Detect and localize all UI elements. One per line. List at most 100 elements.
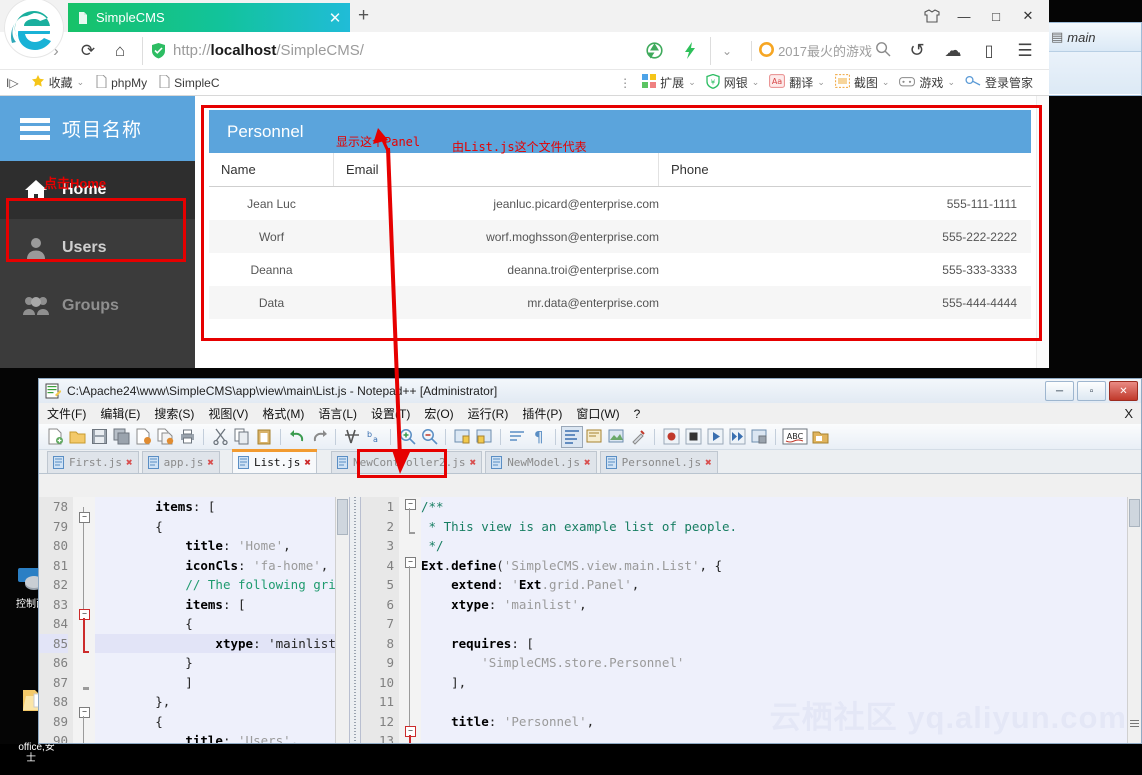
menu-item-view[interactable]: 视图(V) — [208, 405, 248, 422]
record-macro-icon[interactable] — [661, 427, 681, 447]
fold-column-left[interactable]: − − − − — [73, 497, 95, 743]
zoom-in-icon[interactable] — [397, 427, 417, 447]
play-macro-multiple-icon[interactable] — [727, 427, 747, 447]
menu-item-help[interactable]: ? — [634, 407, 641, 421]
menu-item-macro[interactable]: 宏(O) — [424, 405, 453, 422]
close-button[interactable]: ✕ — [1109, 381, 1138, 401]
word-wrap-icon[interactable] — [507, 427, 527, 447]
menu-item-run[interactable]: 运行(R) — [468, 405, 509, 422]
menu-item-edit[interactable]: 编辑(E) — [100, 405, 140, 422]
sidebar-item-groups[interactable]: Groups — [0, 277, 195, 335]
pane-splitter[interactable] — [350, 497, 361, 743]
minimize-button[interactable]: — — [949, 4, 979, 28]
minimize-button[interactable]: ─ — [1045, 381, 1074, 401]
maximize-button[interactable]: ▫ — [1077, 381, 1106, 401]
code-text-right[interactable]: /** * This view is an example list of pe… — [421, 497, 1141, 743]
table-row[interactable]: Jean Luc jeanluc.picard@enterprise.com 5… — [209, 187, 1031, 220]
search-box[interactable]: 2017最火的游戏 — [751, 40, 897, 61]
bookmark-phpmy[interactable]: phpMy — [96, 74, 147, 91]
menu-item-search[interactable]: 搜索(S) — [154, 405, 194, 422]
show-whitespace-icon[interactable]: ¶ — [529, 427, 549, 447]
chevron-down-icon[interactable]: ⌄ — [882, 77, 890, 88]
table-row[interactable]: Worf worf.moghsson@enterprise.com 555-22… — [209, 220, 1031, 253]
menu-item-file[interactable]: 文件(F) — [47, 405, 86, 422]
notepad-tab-newmodel-js[interactable]: NewModel.js ✖ — [485, 451, 597, 473]
fold-toggle[interactable]: − — [405, 499, 416, 510]
sync-scroll-h-icon[interactable] — [474, 427, 494, 447]
menu-item-window[interactable]: 窗口(W) — [576, 405, 619, 422]
column-header-email[interactable]: Email — [334, 153, 659, 186]
menu-item-plugins[interactable]: 插件(P) — [522, 405, 562, 422]
background-window-peek[interactable]: ▤ main — [1044, 22, 1142, 96]
maximize-button[interactable]: □ — [981, 4, 1011, 28]
bookmark-favorites[interactable]: 收藏 ⌄ — [31, 74, 85, 91]
undo-icon[interactable]: ↺ — [901, 37, 933, 65]
print-icon[interactable] — [177, 427, 197, 447]
notepad-tab-list-js[interactable]: List.js ✖ — [231, 449, 317, 473]
menu-item-settings[interactable]: 设置(T) — [371, 405, 410, 422]
bookmark-screenshot[interactable]: 截图 ⌄ — [834, 74, 890, 91]
mobile-icon[interactable]: ▯ — [973, 37, 1005, 65]
play-macro-icon[interactable] — [705, 427, 725, 447]
save-all-icon[interactable] — [111, 427, 131, 447]
cloud-icon[interactable]: ☁ — [937, 37, 969, 65]
close-document-button[interactable]: X — [1124, 406, 1133, 421]
undo-icon[interactable] — [287, 427, 307, 447]
bookmark-banking[interactable]: ¥ 网银 ⌄ — [706, 73, 760, 92]
open-file-icon[interactable] — [67, 427, 87, 447]
close-icon[interactable]: ✖ — [470, 456, 477, 469]
color-picker-icon[interactable] — [606, 427, 626, 447]
chevron-down-icon[interactable]: ⌄ — [710, 36, 743, 65]
close-icon[interactable]: ✖ — [705, 456, 712, 469]
skin-shirt-icon[interactable] — [917, 4, 947, 28]
eyedropper-icon[interactable] — [628, 427, 648, 447]
code-text-left[interactable]: items: [ { title: 'Home', iconCls: 'fa-h… — [95, 497, 349, 743]
hamburger-icon[interactable] — [20, 117, 50, 140]
new-file-icon[interactable] — [45, 427, 65, 447]
bookmark-games[interactable]: 游戏 ⌄ — [899, 74, 955, 91]
close-all-files-icon[interactable] — [155, 427, 175, 447]
reload-button[interactable]: ⟳ — [72, 37, 104, 65]
column-header-name[interactable]: Name — [209, 153, 334, 186]
fold-toggle[interactable]: − — [79, 707, 90, 718]
open-folder-as-workspace-icon[interactable] — [810, 427, 830, 447]
show-indent-guide-icon[interactable] — [561, 425, 583, 448]
editor-pane-right[interactable]: 123456789101112131415 − − − /** * This v… — [361, 497, 1141, 743]
bookmarks-expand-icon[interactable]: I▷ — [6, 76, 19, 90]
sidebar-item-users[interactable]: Users — [0, 219, 195, 277]
copy-icon[interactable] — [232, 427, 252, 447]
menu-icon[interactable]: ☰ — [1009, 37, 1041, 65]
bookmark-translate[interactable]: Aa 翻译 ⌄ — [769, 74, 825, 91]
close-icon[interactable]: ✖ — [126, 456, 133, 469]
aperture-icon[interactable] — [638, 37, 670, 65]
editor-pane-left[interactable]: 787980818283848586878889909192 − − − − i… — [39, 497, 350, 743]
page-scrollbar[interactable] — [1036, 96, 1049, 368]
editor-scrollbar-left[interactable] — [335, 497, 349, 743]
search-icon[interactable] — [875, 41, 891, 60]
chevron-down-icon[interactable]: ⌄ — [752, 77, 760, 88]
table-row[interactable]: Deanna deanna.troi@enterprise.com 555-33… — [209, 253, 1031, 286]
close-icon[interactable]: ✖ — [207, 456, 214, 469]
notepad-tab-newcontroller2-js[interactable]: NewController2.js ✖ — [330, 451, 483, 473]
background-window-tab[interactable]: ▤ main — [1045, 23, 1141, 52]
fold-column-right[interactable]: − − − — [399, 497, 421, 743]
notepad-tab-first-js[interactable]: First.js ✖ — [47, 451, 139, 473]
close-button[interactable]: ✕ — [1013, 4, 1043, 28]
close-file-icon[interactable] — [133, 427, 153, 447]
chevron-down-icon[interactable]: ⌄ — [688, 77, 696, 88]
spellcheck-icon[interactable]: ABC — [782, 427, 808, 447]
menu-item-format[interactable]: 格式(M) — [262, 405, 304, 422]
save-macro-icon[interactable] — [749, 427, 769, 447]
replace-icon[interactable]: ba — [364, 427, 384, 447]
zoom-out-icon[interactable] — [419, 427, 439, 447]
browser-tab-simplecms[interactable]: SimpleCMS ✕ — [68, 3, 350, 32]
lightning-icon[interactable] — [674, 37, 706, 65]
find-icon[interactable] — [342, 427, 362, 447]
close-icon[interactable]: ✕ — [326, 9, 344, 27]
address-bar[interactable]: http://localhost/SimpleCMS/ — [142, 36, 632, 65]
overflow-dots-icon[interactable]: ⋮ — [619, 76, 632, 90]
bookmark-extensions[interactable]: 扩展 ⌄ — [642, 74, 696, 91]
home-button[interactable]: ⌂ — [104, 37, 136, 65]
sync-scroll-v-icon[interactable] — [452, 427, 472, 447]
chevron-down-icon[interactable]: ⌄ — [77, 77, 85, 88]
